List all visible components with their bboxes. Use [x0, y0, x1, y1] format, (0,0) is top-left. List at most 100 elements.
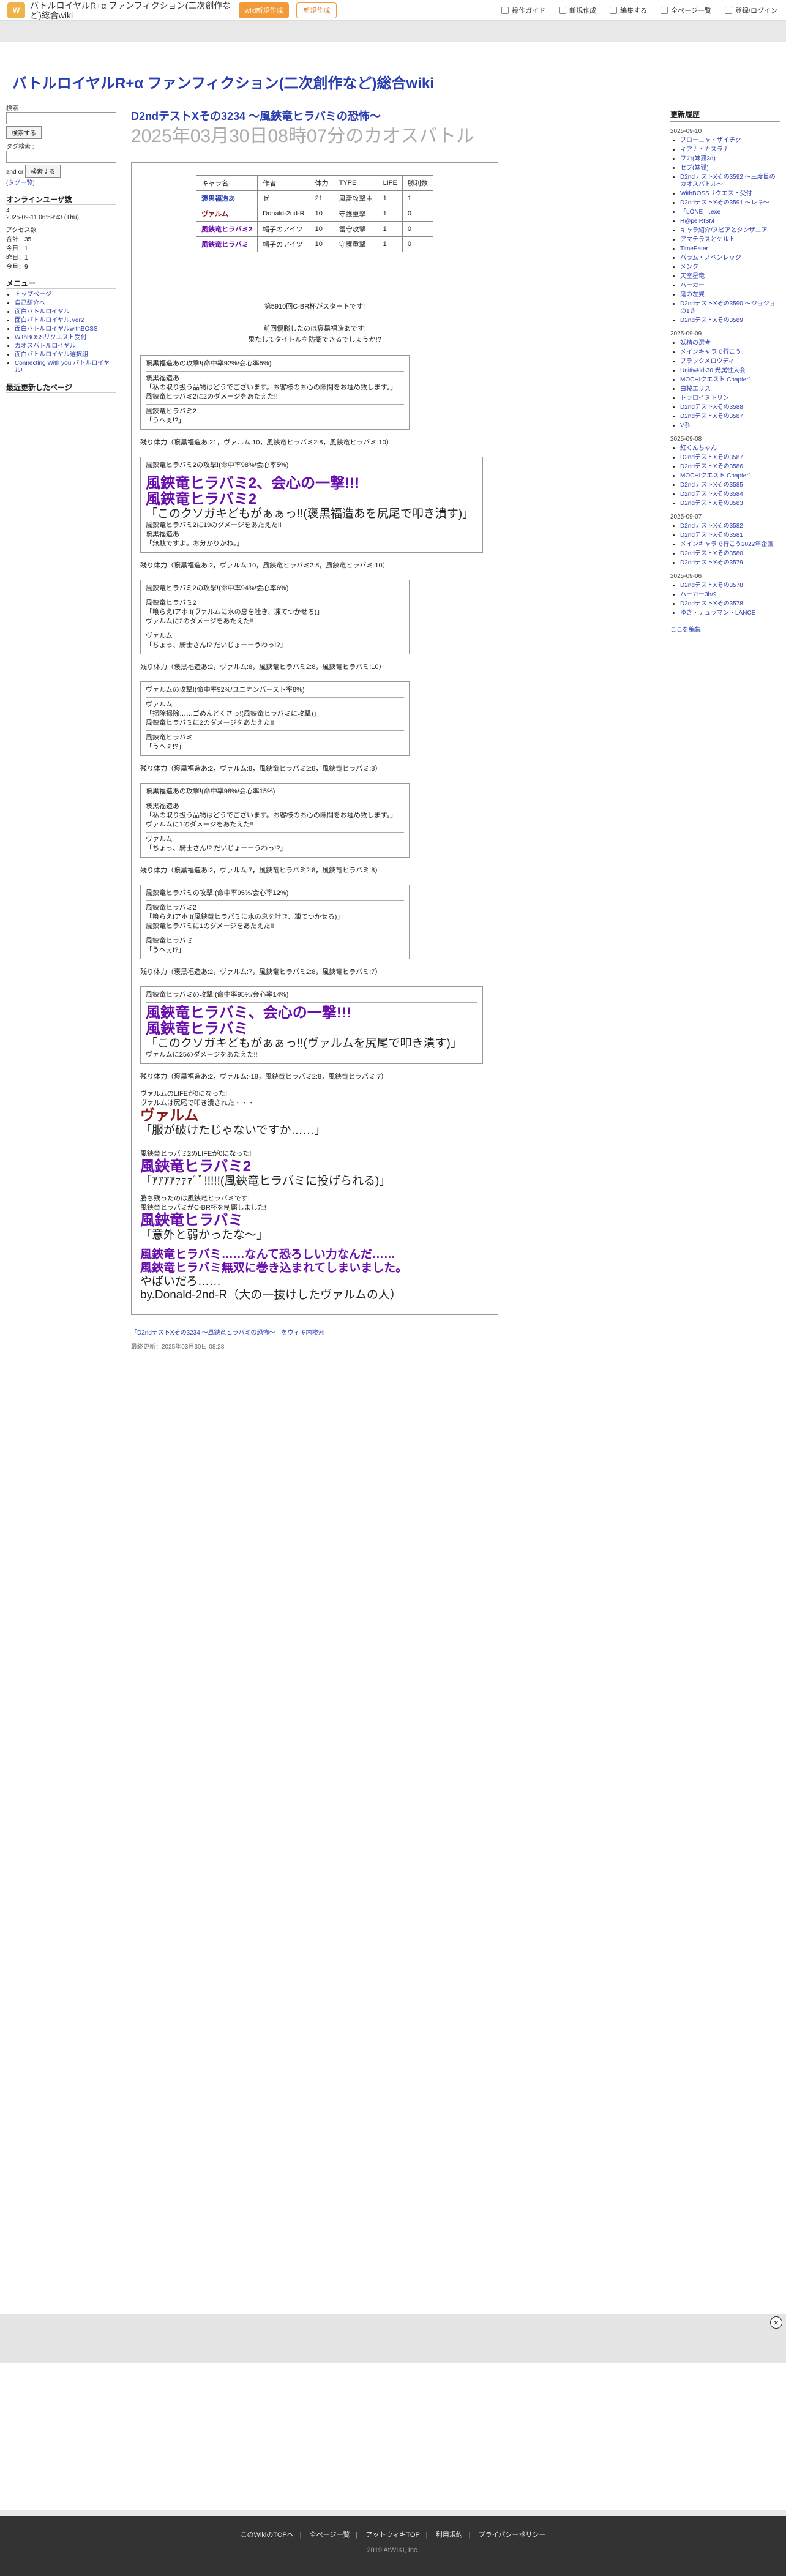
- attack-box: 風鋏竜ヒラバミ2の攻撃!(命中率98%/会心率5%) 風鋏竜ヒラバミ2、会心の一撃…: [140, 457, 483, 553]
- history-item[interactable]: メンク: [680, 264, 780, 271]
- log-line: 「ちょっ、騎士さん!? だいじょーーうわっ!?」: [146, 845, 287, 852]
- log-line: 「喰らえ!アホ!!(風鋏竜ヒラバミに水の息を吐き、凍てつかせる)」: [146, 913, 344, 921]
- history-item[interactable]: 天空星竜: [680, 273, 780, 280]
- footer-link[interactable]: 全ページ一覧: [310, 2531, 350, 2539]
- log-entries: 褒黒福造あの攻撃!(命中率92%/会心率5%) 褒黒福造あ 「私の取り扱う品物はどう…: [140, 355, 489, 1081]
- nav-login[interactable]: 登録/ログイン: [724, 6, 777, 15]
- history-item[interactable]: 白桜エリス: [680, 386, 780, 393]
- nav-all-pages[interactable]: 全ページ一覧: [661, 6, 711, 15]
- history-item[interactable]: D2ndテストXその3578: [680, 582, 780, 590]
- history-item[interactable]: D2ndテストXその3578: [680, 601, 780, 608]
- history-heading: 更新履歴: [670, 109, 780, 122]
- history-item[interactable]: キアナ・カスラナ: [680, 146, 780, 154]
- log-line: 風鋏竜ヒラバミ2: [146, 491, 257, 507]
- history-item[interactable]: D2ndテストXその3592 〜三度目のカオスバトル〜: [680, 174, 780, 189]
- brand[interactable]: W バトルロイヤルR+α ファンフィクション(二次創作など)総合wiki: [0, 1, 239, 20]
- close-icon[interactable]: ×: [770, 2316, 782, 2329]
- footer-link[interactable]: プライバシーポリシー: [479, 2531, 546, 2539]
- history-item[interactable]: WithBOSSリクエスト受付: [680, 190, 780, 198]
- top-nav: 操作ガイド 新規作成 編集する 全ページ一覧 登録/ログイン: [501, 6, 786, 15]
- menu-item[interactable]: 面白バトルロイヤル: [15, 309, 116, 316]
- menu-item[interactable]: 面白バトルロイヤル.Ver2: [15, 317, 116, 324]
- history-item[interactable]: D2ndテストXその3581: [680, 532, 780, 539]
- footer-link[interactable]: アットウィキTOP: [365, 2531, 419, 2539]
- history-item[interactable]: セブ(妹狐): [680, 165, 780, 172]
- history-item[interactable]: D2ndテストXその3583: [680, 500, 780, 507]
- nav-guide[interactable]: 操作ガイド: [501, 6, 545, 15]
- history-item[interactable]: TimeEater: [680, 245, 780, 253]
- history-item[interactable]: ゆき・テュラマン・LANCE: [680, 610, 780, 617]
- history-item[interactable]: 紅くんちゃん: [680, 445, 780, 452]
- log-line: 褒黒福造あ: [146, 375, 179, 382]
- history-item[interactable]: V系: [680, 422, 780, 430]
- menu-item[interactable]: 面白バトルロイヤルwithBOSS: [15, 326, 116, 333]
- create-wiki-button[interactable]: wiki新規作成: [239, 2, 290, 18]
- history-item[interactable]: D2ndテストXその3591 〜レキ〜: [680, 200, 780, 207]
- history-item[interactable]: ハーカー3b/9: [680, 591, 780, 599]
- menu-item[interactable]: カオスバトルロイヤル: [15, 343, 116, 350]
- log-line: 風鋏竜ヒラバミ2、会心の一撃!!!: [146, 475, 360, 492]
- log-line: 風鋏竜ヒラバミ: [146, 734, 193, 741]
- history-item[interactable]: アマテラスとケルト: [680, 236, 780, 244]
- wiki-logo-icon: W: [7, 2, 26, 18]
- tag-search-button[interactable]: 検索する: [25, 165, 61, 178]
- history-item[interactable]: H@pelRISM: [680, 218, 780, 225]
- history-item[interactable]: MOCHIクエスト Chapter1: [680, 473, 780, 480]
- history-item[interactable]: 鬼の左翼: [680, 291, 780, 299]
- history-item[interactable]: フカ(妹狐3d): [680, 155, 780, 163]
- log-line: 風鋏竜ヒラバミ2: [146, 408, 197, 415]
- history-item[interactable]: メインキャラで行こう2022年企画: [680, 541, 780, 549]
- history-item[interactable]: D2ndテストXその3587: [680, 413, 780, 421]
- edit-link[interactable]: ここを編集: [670, 624, 780, 634]
- log-line: 「喰らえ!アホ!!(ヴァルムに水の息を吐き、凍てつかせる)」: [146, 608, 324, 616]
- nav-edit[interactable]: 編集する: [610, 6, 647, 15]
- log-line: ヴァルムに2のダメージをあたえた!!: [146, 618, 254, 625]
- log-line: 風鋏竜ヒラバミ2に19のダメージをあたえた!!: [146, 522, 282, 529]
- history-item[interactable]: D2ndテストXその3590 〜ジョジョの1さ: [680, 301, 780, 315]
- history-item[interactable]: 妖精の選考: [680, 340, 780, 347]
- access-today: 今日：1: [6, 245, 28, 252]
- log-line: 風鋏竜ヒラバミの攻撃!(命中率95%/会心率12%): [146, 889, 289, 897]
- character-table: キャラ名 作者 体力 TYPE LIFE 勝利数 褒黒福造あゼ 21 風雷攻撃主 1 1 ヴァルム…: [196, 175, 433, 252]
- history-item[interactable]: D2ndテストXその3586: [680, 463, 780, 471]
- history-item[interactable]: D2ndテストXその3584: [680, 491, 780, 498]
- and-or-radio[interactable]: and or: [6, 169, 23, 176]
- search-button[interactable]: 検索する: [6, 126, 42, 139]
- footer-link[interactable]: 利用規約: [436, 2531, 463, 2539]
- site-heading[interactable]: バトルロイヤルR+α ファンフィクション(二次創作など)総合wiki: [12, 71, 434, 92]
- menu-item[interactable]: Connecting With you バトルロイヤル!: [15, 360, 116, 375]
- access-label: アクセス数: [6, 227, 37, 234]
- history-item[interactable]: D2ndテストXその3582: [680, 523, 780, 530]
- history-item[interactable]: Unitiy&ld-30 光属性大会: [680, 367, 780, 375]
- new-page-button[interactable]: 新規作成: [296, 2, 337, 18]
- log-line: ヴァルム: [146, 836, 173, 843]
- history-item[interactable]: D2ndテストXその3588: [680, 404, 780, 411]
- wiki-search-link[interactable]: 「D2ndテストXその3234 〜風鋏竜ヒラバミの恐怖〜」をウィキ内検索: [131, 1327, 655, 1336]
- history-item[interactable]: キャラ紹介/ヌビアとタンザニア: [680, 227, 780, 234]
- history-item[interactable]: ブローニャ・ザイチク: [680, 137, 780, 144]
- history-item[interactable]: D2ndテストXその3580: [680, 550, 780, 558]
- menu-item[interactable]: WithBOSSリクエスト受付: [15, 334, 116, 342]
- history-item[interactable]: D2ndテストXその3579: [680, 560, 780, 567]
- right-sidebar: 更新履歴 2025-09-10 ブローニャ・ザイチクキアナ・カスラナフカ(妹狐3d…: [664, 97, 786, 2510]
- search-input[interactable]: [6, 112, 116, 124]
- nav-new[interactable]: 新規作成: [559, 6, 596, 15]
- tag-list-link[interactable]: (タグ一覧): [6, 180, 35, 187]
- history-item[interactable]: ブラックメロウディ: [680, 358, 780, 365]
- history-item[interactable]: D2ndテストXその3585: [680, 482, 780, 489]
- tag-search-input[interactable]: [6, 151, 116, 163]
- menu-item[interactable]: 面白バトルロイヤル選択組: [15, 351, 116, 359]
- menu-item[interactable]: トップページ: [15, 291, 116, 299]
- footer-link[interactable]: このWikiのTOPへ: [241, 2531, 294, 2539]
- history-item[interactable]: MOCHIクエスト Chapter1: [680, 376, 780, 384]
- history-item[interactable]: メインキャラで行こう: [680, 349, 780, 356]
- history-item[interactable]: バラム・ノベンレッジ: [680, 255, 780, 262]
- history-item[interactable]: 「LONE」.exe: [680, 209, 780, 216]
- site-header: バトルロイヤルR+α ファンフィクション(二次創作など)総合wiki: [0, 42, 786, 97]
- history-item[interactable]: ハーカー: [680, 282, 780, 290]
- history-item[interactable]: トラロイヌトリン: [680, 395, 780, 402]
- menu-item[interactable]: 自己紹介へ: [15, 300, 116, 307]
- user-icon: [724, 6, 732, 14]
- history-item[interactable]: D2ndテストXその3587: [680, 454, 780, 462]
- history-item[interactable]: D2ndテストXその3589: [680, 317, 780, 324]
